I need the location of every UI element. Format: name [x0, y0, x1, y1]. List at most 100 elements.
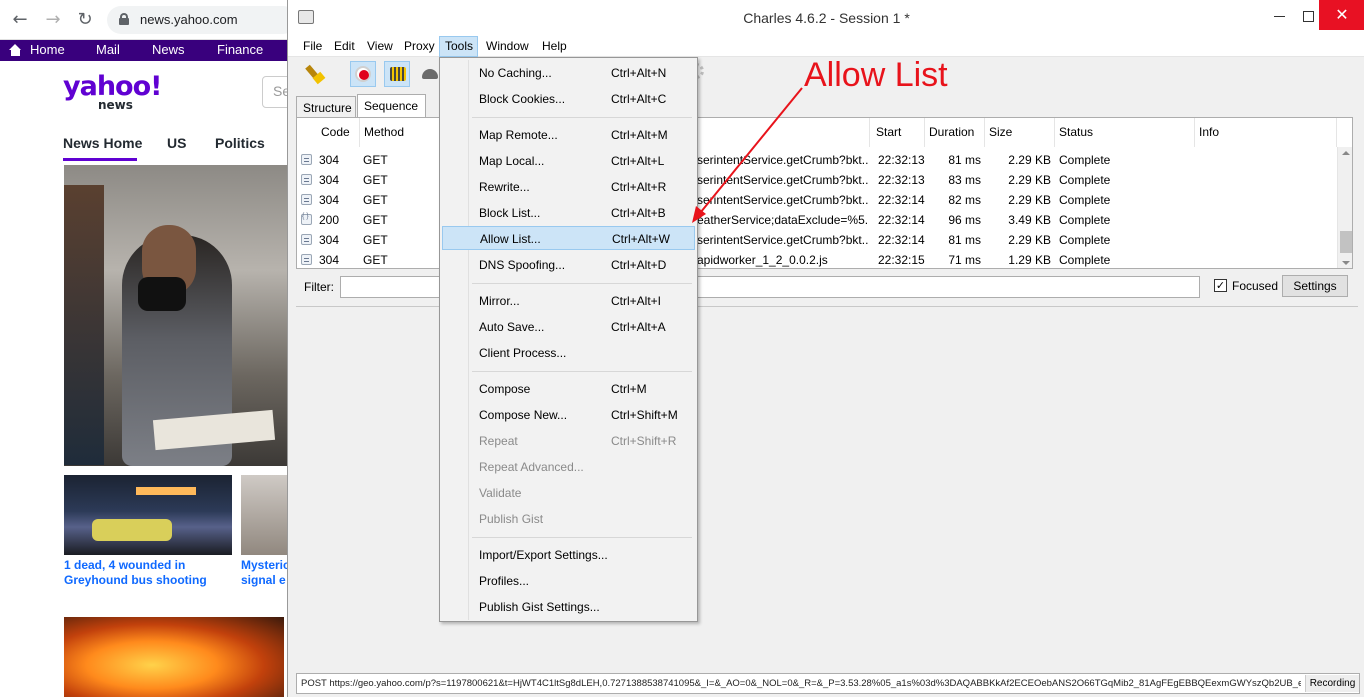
- menu-item-no-caching[interactable]: No Caching... Ctrl+Alt+N: [442, 61, 695, 85]
- back-arrow-icon[interactable]: ←: [10, 10, 30, 30]
- col-header-duration[interactable]: Duration: [925, 118, 985, 147]
- close-icon[interactable]: ✕: [1319, 0, 1364, 30]
- nav-news-link[interactable]: News: [152, 42, 185, 57]
- request-doc-icon: [301, 254, 312, 265]
- cell-start: 22:32:13: [878, 173, 925, 187]
- maximize-icon[interactable]: [1296, 6, 1320, 26]
- menu-item-repeat-advanced: Repeat Advanced...: [442, 455, 695, 479]
- scroll-up-icon[interactable]: [1342, 151, 1350, 155]
- menu-separator: [472, 117, 692, 118]
- cell-code: 304: [319, 233, 340, 247]
- menu-item-label: Client Process...: [479, 346, 567, 360]
- menu-item-label: Repeat: [479, 434, 518, 448]
- col-header-method[interactable]: Method: [360, 118, 440, 147]
- fire-photo[interactable]: [64, 617, 284, 697]
- scroll-down-icon[interactable]: [1342, 261, 1350, 265]
- menu-item-shortcut: Ctrl+Alt+L: [611, 154, 665, 168]
- menu-item-profiles[interactable]: Profiles...: [442, 569, 695, 593]
- scroll-thumb[interactable]: [1340, 231, 1352, 253]
- menu-item-shortcut: Ctrl+Alt+M: [611, 128, 668, 142]
- menu-item-auto-save[interactable]: Auto Save... Ctrl+Alt+A: [442, 315, 695, 339]
- story-caption-2[interactable]: Mysteric signal e: [241, 558, 289, 588]
- menu-item-dns-spoofing[interactable]: DNS Spoofing... Ctrl+Alt+D: [442, 253, 695, 277]
- yahoo-news-logo: news: [98, 98, 133, 112]
- menu-item-map-local[interactable]: Map Local... Ctrl+Alt+L: [442, 149, 695, 173]
- minimize-icon[interactable]: [1268, 6, 1292, 26]
- menu-help[interactable]: Help: [542, 39, 567, 53]
- clear-session-broom-icon[interactable]: [303, 61, 329, 87]
- cell-method: GET: [363, 153, 388, 167]
- yahoo-logo[interactable]: yahoo!: [63, 73, 162, 100]
- menu-view[interactable]: View: [367, 39, 393, 53]
- cell-path: serintentService.getCrumb?bkt...: [697, 233, 869, 247]
- col-header-status[interactable]: Status: [1055, 118, 1195, 147]
- focused-checkbox[interactable]: ✓: [1214, 279, 1227, 292]
- request-doc-icon: [301, 154, 312, 165]
- tab-sequence[interactable]: Sequence: [357, 94, 426, 118]
- story-thumbnail-2[interactable]: [241, 475, 291, 555]
- menu-item-label: Auto Save...: [479, 320, 545, 334]
- menu-separator: [472, 537, 692, 538]
- reload-icon[interactable]: ↻: [75, 10, 95, 30]
- menu-item-label: Import/Export Settings...: [479, 548, 608, 562]
- table-scrollbar[interactable]: [1337, 147, 1352, 268]
- menu-item-allow-list[interactable]: Allow List... Ctrl+Alt+W: [442, 226, 695, 250]
- cell-start: 22:32:15: [878, 253, 925, 267]
- recording-indicator[interactable]: Recording: [1305, 675, 1359, 692]
- tab-news-home[interactable]: News Home: [63, 135, 142, 151]
- menu-item-map-remote[interactable]: Map Remote... Ctrl+Alt+M: [442, 123, 695, 147]
- menu-edit[interactable]: Edit: [334, 39, 355, 53]
- menu-tools[interactable]: Tools: [445, 39, 473, 53]
- menu-item-block-cookies[interactable]: Block Cookies... Ctrl+Alt+C: [442, 87, 695, 111]
- story-caption-2-line2: signal e: [241, 573, 286, 587]
- filter-label: Filter:: [304, 280, 334, 294]
- title-bar: Charles 4.6.2 - Session 1 * ✕: [288, 0, 1364, 36]
- col-header-code[interactable]: Code: [317, 118, 360, 147]
- cell-status: Complete: [1059, 233, 1111, 247]
- window-title: Charles 4.6.2 - Session 1 *: [743, 10, 910, 26]
- nav-mail-link[interactable]: Mail: [96, 42, 120, 57]
- menu-window[interactable]: Window: [486, 39, 529, 53]
- request-doc-icon: [301, 194, 312, 205]
- menu-item-mirror[interactable]: Mirror... Ctrl+Alt+I: [442, 289, 695, 313]
- cell-status: Complete: [1059, 173, 1111, 187]
- breakpoints-turtle-icon[interactable]: [418, 61, 440, 87]
- throttle-icon[interactable]: [384, 61, 410, 87]
- menu-item-compose[interactable]: Compose Ctrl+M: [442, 377, 695, 401]
- forward-arrow-icon[interactable]: →: [43, 10, 63, 30]
- focused-label: Focused: [1232, 279, 1279, 293]
- status-bar: POST https://geo.yahoo.com/p?s=119780062…: [296, 673, 1360, 694]
- hero-photo[interactable]: [64, 165, 290, 466]
- tab-us[interactable]: US: [167, 135, 186, 151]
- menu-proxy[interactable]: Proxy: [404, 39, 435, 53]
- menu-item-rewrite[interactable]: Rewrite... Ctrl+Alt+R: [442, 175, 695, 199]
- col-header-size[interactable]: Size: [985, 118, 1055, 147]
- address-bar[interactable]: news.yahoo.com: [107, 6, 297, 34]
- menu-separator: [472, 371, 692, 372]
- menu-file[interactable]: File: [303, 39, 322, 53]
- nav-finance-link[interactable]: Finance: [217, 42, 263, 57]
- col-header-info[interactable]: Info: [1195, 118, 1337, 147]
- col-header-start[interactable]: Start: [872, 118, 925, 147]
- story-caption-1[interactable]: 1 dead, 4 wounded in Greyhound bus shoot…: [64, 558, 234, 588]
- menu-item-block-list[interactable]: Block List... Ctrl+Alt+B: [442, 201, 695, 225]
- menu-item-label: Publish Gist: [479, 512, 544, 526]
- story-thumbnail-bus[interactable]: [64, 475, 232, 555]
- settings-button[interactable]: Settings: [1282, 275, 1348, 297]
- cell-duration: 83 ms: [948, 173, 981, 187]
- menu-item-compose-new[interactable]: Compose New... Ctrl+Shift+M: [442, 403, 695, 427]
- menu-item-import-export-settings[interactable]: Import/Export Settings...: [442, 543, 695, 567]
- tab-structure[interactable]: Structure: [296, 96, 356, 118]
- request-doc-icon: [301, 174, 312, 185]
- menu-item-shortcut: Ctrl+Alt+R: [611, 180, 667, 194]
- tab-politics[interactable]: Politics: [215, 135, 265, 151]
- record-button-icon[interactable]: [350, 61, 376, 87]
- menu-item-label: Map Local...: [479, 154, 545, 168]
- menu-item-label: Repeat Advanced...: [479, 460, 584, 474]
- lock-icon: [119, 13, 129, 25]
- menu-item-client-process[interactable]: Client Process...: [442, 341, 695, 365]
- menu-item-label: Compose: [479, 382, 531, 396]
- cell-size: 2.29 KB: [1008, 233, 1051, 247]
- nav-home-link[interactable]: Home: [30, 42, 65, 57]
- menu-item-publish-gist-settings[interactable]: Publish Gist Settings...: [442, 595, 695, 619]
